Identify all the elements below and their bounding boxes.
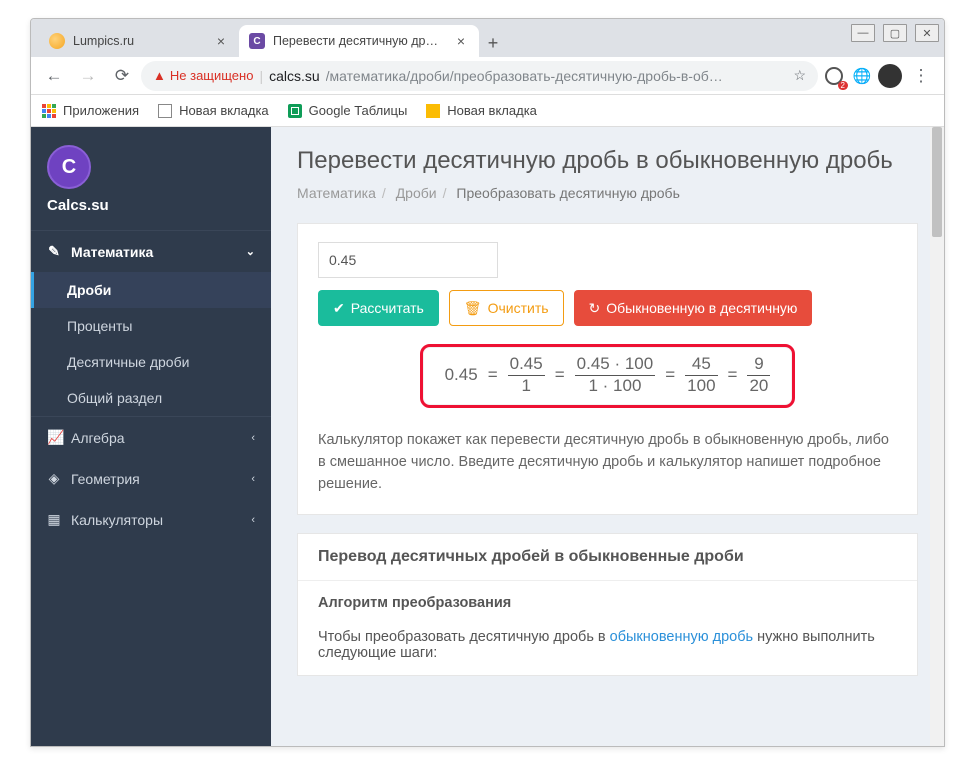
close-tab-icon[interactable]: × [213, 33, 229, 49]
sidebar: C Calcs.su ✎ Математика ⌄ Дроби Проценты… [31, 127, 271, 746]
button-label: Рассчитать [351, 300, 424, 316]
browser-tab-active[interactable]: С Перевести десятичную дробь в × [239, 25, 479, 57]
bookmark-label: Новая вкладка [179, 103, 269, 118]
browser-tab[interactable]: Lumpics.ru × [39, 25, 239, 57]
bookmark-label: Google Таблицы [309, 103, 408, 118]
sidebar-item-algebra[interactable]: 📈 Алгебра ‹ [31, 417, 271, 458]
breadcrumb: Математика/ Дроби/ Преобразовать десятич… [297, 185, 918, 201]
profile-avatar[interactable] [878, 64, 902, 88]
insecure-label: Не защищено [170, 68, 254, 83]
page-title: Перевести десятичную дробь в обыкновенну… [297, 147, 918, 175]
crumb-current: Преобразовать десятичную дробь [456, 185, 680, 201]
browser-toolbar: ← → ⟳ ▲ Не защищено | calcs.su/математик… [31, 57, 944, 95]
calculator-description: Калькулятор покажет как перевести десяти… [318, 430, 897, 495]
page-icon [426, 104, 440, 118]
bookmark-star-icon[interactable]: ☆ [793, 67, 806, 84]
site-name: Calcs.su [31, 197, 271, 230]
swap-button[interactable]: ↻ Обыкновенную в десятичную [574, 290, 813, 326]
close-tab-icon[interactable]: × [453, 33, 469, 49]
fraction-link[interactable]: обыкновенную дробь [610, 629, 753, 645]
result-value: 0.45 [445, 365, 478, 385]
site-logo: C [47, 145, 91, 189]
window-maximize-button[interactable]: ▢ [883, 24, 907, 42]
calculator-icon: ▦ [47, 511, 61, 528]
bookmark-label: Приложения [63, 103, 139, 118]
chevron-down-icon: ⌄ [246, 245, 255, 258]
tab-strip: Lumpics.ru × С Перевести десятичную дроб… [31, 19, 944, 57]
diamond-icon: ◈ [47, 470, 61, 487]
calculate-button[interactable]: ✔ Рассчитать [318, 290, 439, 326]
extension-globe-icon[interactable]: 🌐 [850, 64, 874, 88]
favicon-icon: С [249, 33, 265, 49]
sidebar-item-label: Математика [71, 244, 153, 260]
sidebar-item-label: Калькуляторы [71, 512, 163, 528]
button-label: Очистить [488, 300, 549, 316]
window-close-button[interactable]: ✕ [915, 24, 939, 42]
sidebar-sub-percents[interactable]: Проценты [31, 308, 271, 344]
crumb[interactable]: Дроби [396, 185, 437, 201]
check-icon: ✔ [333, 300, 345, 317]
calculator-panel: ✔ Рассчитать 🗑 Очистить ↻ Обыкновенную в де… [297, 223, 918, 515]
back-button[interactable]: ← [39, 61, 69, 91]
chevron-left-icon: ‹ [251, 432, 255, 444]
clear-button[interactable]: 🗑 Очистить [449, 290, 564, 326]
main-content: Перевести десятичную дробь в обыкновенну… [271, 127, 944, 746]
trash-icon: 🗑 [464, 300, 482, 317]
tab-title: Lumpics.ru [73, 34, 205, 48]
crumb[interactable]: Математика [297, 185, 376, 201]
chevron-left-icon: ‹ [251, 473, 255, 485]
bookmark-item[interactable]: Новая вкладка [157, 103, 269, 119]
new-tab-button[interactable]: + [479, 29, 507, 57]
forward-button[interactable]: → [73, 61, 103, 91]
refresh-icon: ↻ [589, 300, 601, 317]
scrollbar-thumb[interactable] [932, 127, 942, 237]
warning-icon: ▲ [153, 68, 166, 83]
sidebar-sub-general[interactable]: Общий раздел [31, 380, 271, 416]
sidebar-item-label: Алгебра [71, 430, 125, 446]
favicon-icon [49, 33, 65, 49]
section-heading: Перевод десятичных дробей в обыкновенные… [298, 534, 917, 581]
bookmark-label: Новая вкладка [447, 103, 537, 118]
extension-icon[interactable]: 2 [822, 64, 846, 88]
chevron-left-icon: ‹ [251, 514, 255, 526]
reload-button[interactable]: ⟳ [107, 61, 137, 91]
sheets-icon [288, 104, 302, 118]
section-text: Чтобы преобразовать десятичную дробь в о… [298, 617, 917, 661]
address-bar[interactable]: ▲ Не защищено | calcs.su/математика/дроб… [141, 61, 818, 91]
apps-shortcut[interactable]: Приложения [41, 103, 139, 119]
bookmark-item[interactable]: Google Таблицы [287, 103, 408, 119]
sidebar-sub-decimal[interactable]: Десятичные дроби [31, 344, 271, 380]
decimal-input[interactable] [318, 242, 498, 278]
subsection-heading: Алгоритм преобразования [298, 581, 917, 617]
sidebar-item-label: Геометрия [71, 471, 140, 487]
button-label: Обыкновенную в десятичную [606, 300, 797, 316]
sidebar-item-calculators[interactable]: ▦ Калькуляторы ‹ [31, 499, 271, 540]
sidebar-item-geometry[interactable]: ◈ Геометрия ‹ [31, 458, 271, 499]
tab-title: Перевести десятичную дробь в [273, 34, 445, 48]
result-formula: 0.45 = 0.451 = 0.45 · 1001 · 100 = 45100… [420, 344, 796, 408]
sidebar-sub-fractions[interactable]: Дроби [31, 272, 271, 308]
insecure-warning: ▲ Не защищено [153, 68, 253, 83]
menu-button[interactable]: ⋮ [906, 61, 936, 91]
edit-icon: ✎ [47, 243, 61, 260]
window-minimize-button[interactable]: — [851, 24, 875, 42]
url-host: calcs.su [269, 68, 320, 84]
page-icon [158, 104, 172, 118]
url-path: /математика/дроби/преобразовать-десятичн… [326, 68, 723, 84]
section-conversion: Перевод десятичных дробей в обыкновенные… [297, 533, 918, 676]
bookmarks-bar: Приложения Новая вкладка Google Таблицы … [31, 95, 944, 127]
scrollbar[interactable] [930, 127, 944, 746]
chart-icon: 📈 [47, 429, 61, 446]
bookmark-item[interactable]: Новая вкладка [425, 103, 537, 119]
sidebar-item-math[interactable]: ✎ Математика ⌄ [31, 231, 271, 272]
